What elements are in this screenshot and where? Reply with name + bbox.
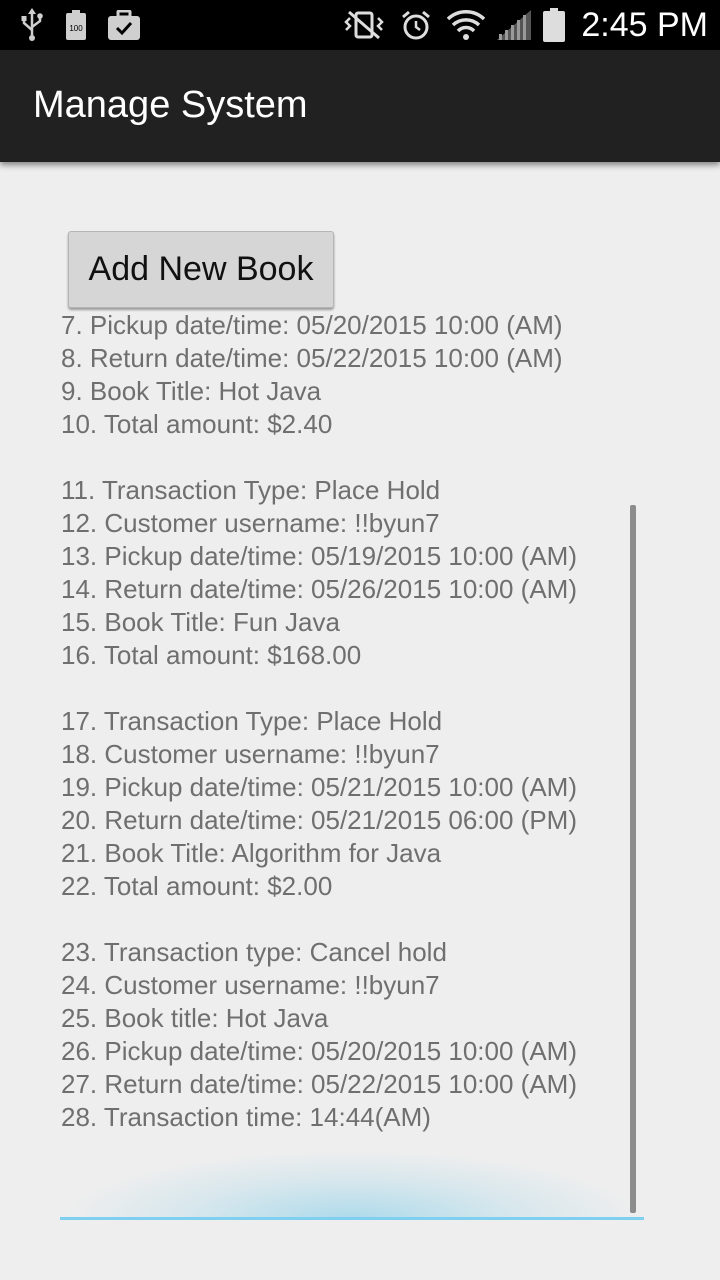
scrollbar-thumb[interactable]: [630, 505, 636, 1213]
usb-icon: [20, 8, 44, 42]
overscroll-edge: [60, 1217, 644, 1220]
status-time: 2:45 PM: [581, 5, 708, 44]
app-bar: Manage System: [0, 50, 720, 162]
briefcase-check-icon: [108, 10, 140, 40]
battery-100-notification-icon: 100: [66, 10, 86, 40]
notification-icons: 100: [20, 8, 140, 42]
vibrate-mute-icon: [341, 10, 387, 40]
svg-text:100: 100: [69, 24, 83, 33]
wifi-icon: [447, 10, 486, 40]
transaction-log-scroll-view[interactable]: 6. Customer username: !!byun7 7. Pickup …: [60, 312, 644, 1218]
status-bar: 100 2:45 PM: [0, 0, 720, 50]
alarm-clock-icon: [401, 10, 431, 40]
system-icons: 2:45 PM: [341, 0, 720, 50]
transaction-log-text: 6. Customer username: !!byun7 7. Pickup …: [61, 312, 577, 1132]
page-title: Manage System: [33, 84, 308, 126]
overscroll-glow: [60, 1150, 644, 1220]
signal-icon: [497, 10, 532, 40]
add-new-book-button[interactable]: Add New Book: [68, 231, 334, 308]
battery-icon: [543, 8, 566, 42]
